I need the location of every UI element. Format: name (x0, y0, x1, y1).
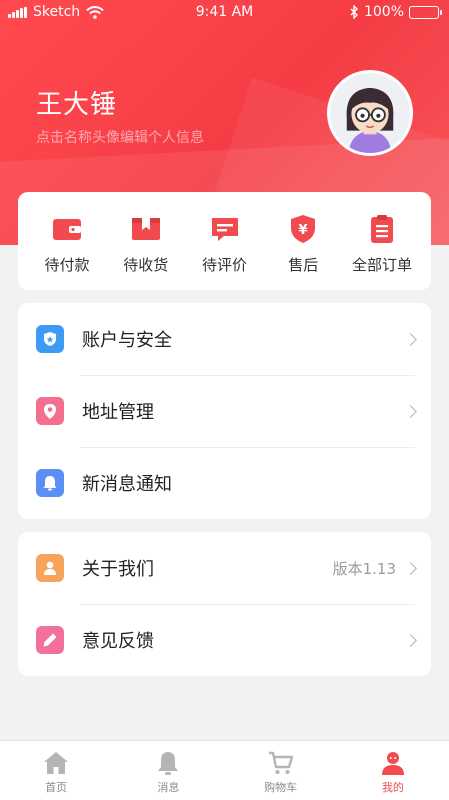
menu-feedback[interactable]: 意见反馈 (18, 604, 431, 676)
menu-label: 关于我们 (82, 559, 154, 580)
battery-icon (409, 5, 442, 19)
chevron-right-icon (404, 561, 417, 575)
tab-cart[interactable]: 购物车 (225, 741, 337, 800)
menu-label: 账户与安全 (82, 330, 172, 351)
order-label: 待付款 (44, 256, 90, 274)
shield-icon (36, 325, 64, 353)
location-pin-icon (36, 397, 64, 425)
order-shortcuts: 待付款 待收货 待评价 ¥ 售后 全部订单 (18, 192, 431, 290)
wallet-icon (53, 219, 81, 240)
menu-message-notification[interactable]: 新消息通知 (18, 447, 431, 519)
svg-text:¥: ¥ (299, 223, 308, 238)
package-icon (131, 218, 160, 240)
comment-icon (211, 218, 238, 241)
row-right (404, 375, 417, 447)
chevron-right-icon (404, 633, 417, 647)
order-after-sale[interactable]: ¥ 售后 (264, 192, 342, 290)
menu-about-us[interactable]: 关于我们 版本1.13 (18, 532, 431, 604)
user-icon (381, 752, 404, 775)
tab-label: 首页 (45, 781, 68, 794)
order-pending-payment[interactable]: 待付款 (28, 192, 106, 290)
row-right (404, 303, 417, 375)
avatar-illustration (330, 73, 410, 153)
menu-account-security[interactable]: 账户与安全 (18, 303, 431, 375)
menu-label: 意见反馈 (82, 631, 154, 652)
order-label: 全部订单 (351, 256, 412, 274)
pencil-icon (36, 626, 64, 654)
tab-home[interactable]: 首页 (0, 741, 112, 800)
clipboard-icon (371, 215, 393, 243)
user-name[interactable]: 王大锤 (36, 84, 117, 121)
order-pending-review[interactable]: 待评价 (186, 192, 264, 290)
order-label: 售后 (288, 256, 319, 274)
person-icon (36, 554, 64, 582)
home-icon (44, 752, 69, 774)
status-bar: Sketch 9:41 AM 100% (0, 0, 449, 26)
bottom-tab-bar: 首页 消息 购物车 我的 (0, 740, 449, 800)
order-pending-receipt[interactable]: 待收货 (107, 192, 185, 290)
tab-label: 消息 (157, 781, 180, 794)
tab-label: 我的 (381, 781, 404, 794)
settings-group-2: 关于我们 版本1.13 意见反馈 (18, 532, 431, 676)
version-text: 版本1.13 (332, 559, 396, 578)
menu-label: 新消息通知 (82, 474, 172, 495)
bluetooth-icon (350, 5, 358, 19)
tab-label: 购物车 (264, 781, 298, 794)
tab-mine[interactable]: 我的 (337, 741, 449, 800)
cart-icon (268, 751, 293, 774)
menu-label: 地址管理 (82, 402, 154, 423)
avatar[interactable] (327, 70, 413, 156)
order-all[interactable]: 全部订单 (343, 192, 421, 290)
chevron-right-icon (404, 332, 417, 346)
order-label: 待评价 (201, 256, 247, 274)
after-sale-shield-icon: ¥ (291, 215, 316, 243)
chevron-right-icon (404, 404, 417, 418)
row-right (404, 604, 417, 676)
settings-group-1: 账户与安全 地址管理 新消息通知 (18, 303, 431, 519)
battery-percent: 100% (363, 4, 404, 20)
bell-icon (36, 469, 64, 497)
order-label: 待收货 (123, 256, 169, 274)
menu-address-management[interactable]: 地址管理 (18, 375, 431, 447)
bell-icon (158, 752, 179, 775)
tab-messages[interactable]: 消息 (112, 741, 224, 800)
status-right: 100% (350, 4, 442, 20)
row-right: 版本1.13 (332, 532, 417, 604)
edit-profile-hint[interactable]: 点击名称头像编辑个人信息 (36, 127, 204, 147)
